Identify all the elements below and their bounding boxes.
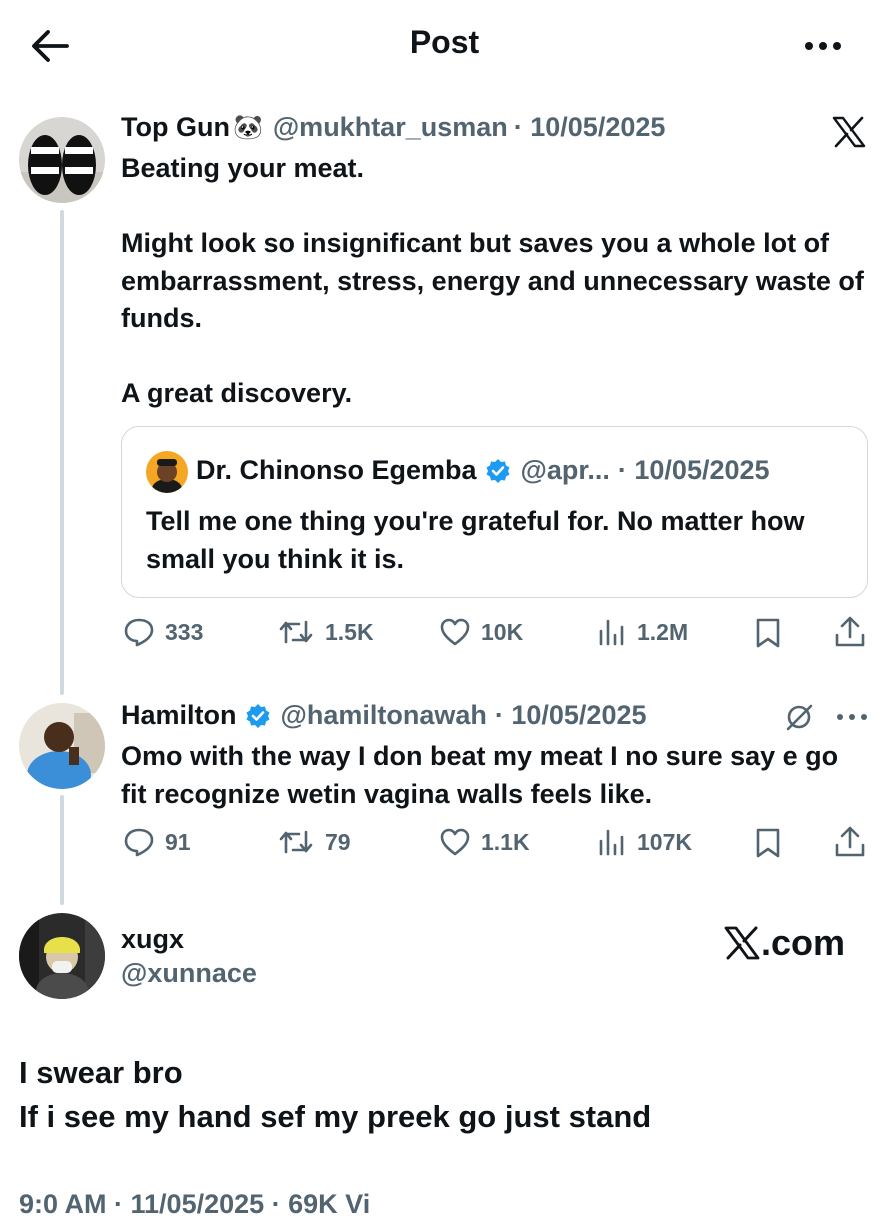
x-logo-icon — [832, 116, 866, 148]
repost-count: 1.5K — [325, 618, 374, 645]
like-button[interactable]: 10K — [439, 617, 523, 647]
post-date[interactable]: · 10/05/2025 — [495, 700, 647, 731]
avatar[interactable] — [19, 703, 105, 789]
like-count: 1.1K — [481, 828, 530, 855]
reply-button[interactable]: 91 — [123, 827, 191, 857]
views-icon — [597, 617, 627, 647]
views-count: 1.2M — [637, 618, 689, 645]
display-name[interactable]: Top Gun — [121, 112, 230, 143]
post-date[interactable]: · 10/05/2025 — [514, 112, 666, 143]
views-icon — [597, 827, 627, 857]
reply-count: 333 — [165, 618, 204, 645]
repost-button[interactable]: 1.5K — [277, 617, 374, 647]
tweet-text: I swear bro If i see my hand sef my pree… — [19, 1055, 652, 1134]
reply-icon — [123, 827, 155, 857]
thread-line — [60, 210, 64, 695]
more-icon[interactable] — [836, 713, 868, 721]
like-count: 10K — [481, 618, 524, 645]
x-logo-icon — [724, 926, 760, 960]
reply-button[interactable]: 333 — [123, 617, 203, 647]
verified-icon — [485, 458, 511, 484]
avatar[interactable] — [19, 117, 105, 203]
reply-count: 91 — [165, 828, 191, 855]
page-title: Post — [409, 24, 480, 60]
bookmark-icon[interactable] — [755, 617, 781, 649]
handle[interactable]: @hamiltonawah — [281, 700, 487, 731]
timestamp-line: 9:0 AM · 11/05/2025 · 69K Vi — [19, 1189, 371, 1219]
verified-icon — [245, 703, 271, 729]
avatar[interactable] — [19, 913, 105, 999]
more-icon[interactable] — [803, 40, 843, 52]
share-icon[interactable] — [834, 825, 866, 859]
repost-button[interactable]: 79 — [277, 827, 351, 857]
repost-icon — [277, 617, 315, 647]
like-button[interactable]: 1.1K — [439, 827, 530, 857]
watermark-text: .com — [761, 922, 846, 963]
views-count: 107K — [637, 828, 692, 855]
repost-count: 79 — [325, 828, 351, 855]
tweet2-header: Hamilton @hamiltonawah · 10/05/2025 — [121, 700, 647, 731]
repost-icon — [277, 827, 315, 857]
tweet-text: Beating your meat. Might look so insigni… — [121, 153, 864, 408]
views-button[interactable]: 107K — [597, 827, 692, 857]
post-date: · 10/05/2025 — [617, 455, 770, 485]
views-button[interactable]: 1.2M — [597, 617, 688, 647]
bookmark-icon[interactable] — [755, 827, 781, 859]
tweet-text: Omo with the way I don beat my meat I no… — [121, 741, 839, 809]
panda-emoji: 🐼 — [232, 114, 263, 141]
quote-header: Dr. Chinonso Egemba @apr... · 10/05/2025 — [196, 455, 770, 486]
handle[interactable]: @mukhtar_usman — [273, 112, 508, 143]
handle[interactable]: @xunnace — [121, 958, 257, 989]
display-name[interactable]: xugx — [121, 924, 184, 955]
tweet1-header: Top Gun 🐼 @mukhtar_usman · 10/05/2025 — [121, 112, 665, 143]
quoted-tweet[interactable]: Dr. Chinonso Egemba @apr... · 10/05/2025… — [121, 426, 868, 598]
handle: @apr... — [520, 455, 610, 485]
thread-line — [60, 795, 64, 905]
quote-text: Tell me one thing you're grateful for. N… — [146, 506, 805, 574]
like-icon — [439, 617, 471, 647]
share-icon[interactable] — [834, 615, 866, 649]
reply-icon — [123, 617, 155, 647]
like-icon — [439, 827, 471, 857]
avatar — [146, 451, 188, 493]
display-name: Dr. Chinonso Egemba — [196, 455, 477, 485]
display-name[interactable]: Hamilton — [121, 700, 237, 731]
grok-icon[interactable] — [784, 702, 814, 732]
watermark: .com — [724, 922, 845, 964]
